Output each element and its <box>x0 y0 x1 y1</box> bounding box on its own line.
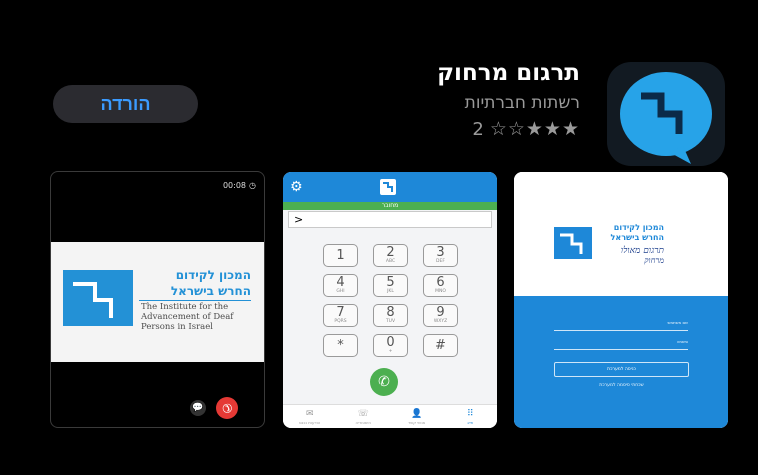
divider <box>139 300 251 301</box>
key-hash[interactable]: # <box>423 334 458 357</box>
tab-label: אנשי קשר <box>408 419 426 425</box>
tab-label: חייג <box>467 419 474 425</box>
key-8[interactable]: 8 TUV <box>373 304 408 327</box>
end-call-button[interactable]: ✆ <box>211 392 243 424</box>
gear-icon[interactable]: ⚙ <box>290 179 303 195</box>
screenshot-dialpad[interactable]: ⚙ מחובר > 1 2 ABC 3 DEF 4 GHI 5 JKL 6 MNO 7 PQRS 8 TUV… <box>283 172 497 428</box>
rating-count: 2 <box>472 118 484 140</box>
institute-name-line1: המכון לקידום <box>175 268 251 282</box>
key-letters: DEF <box>436 259 445 265</box>
key-digit: 7 <box>336 305 345 321</box>
key-7[interactable]: 7 PQRS <box>323 304 358 327</box>
key-digit: 2 <box>386 245 395 261</box>
tab-label: הודעות נכנס <box>299 419 321 425</box>
tab-label: היסטוריה <box>355 419 372 425</box>
key-5[interactable]: 5 JKL <box>373 274 408 297</box>
chat-icon[interactable]: 💬 <box>190 400 206 416</box>
tab-call-history[interactable]: ☏ היסטוריה <box>337 405 391 428</box>
institute-logo-icon <box>560 233 583 254</box>
password-field[interactable]: סיסמה <box>554 339 688 350</box>
key-9[interactable]: 9 WXYZ <box>423 304 458 327</box>
org-line2: החרש בישראל <box>610 233 664 242</box>
key-letters: TUV <box>385 319 396 325</box>
key-digit: 4 <box>336 275 345 291</box>
dialpad-icon: ⠿ <box>466 408 474 419</box>
key-digit: 9 <box>436 305 445 321</box>
key-digit: 8 <box>386 305 395 321</box>
username-field[interactable]: שם משתמש <box>554 320 688 331</box>
key-3[interactable]: 3 DEF <box>423 244 458 267</box>
key-2[interactable]: 2 ABC <box>373 244 408 267</box>
forgot-password-link[interactable]: שכחתי סיסמה למערכת <box>554 383 689 388</box>
key-digit: 0 <box>386 335 395 351</box>
tab-mail[interactable]: ✉ הודעות נכנס <box>283 405 337 428</box>
app-icon[interactable] <box>607 62 725 166</box>
key-0[interactable]: 0 + <box>373 334 408 357</box>
tab-dialpad[interactable]: ⠿ חייג <box>444 405 498 428</box>
service-line2: מרחוק <box>644 256 664 265</box>
key-letters: GHI <box>336 289 345 295</box>
org-line1: המכון לקידום <box>613 223 664 232</box>
key-6[interactable]: 6 MNO <box>423 274 458 297</box>
key-4[interactable]: 4 GHI <box>323 274 358 297</box>
dial-input[interactable]: > <box>288 211 492 228</box>
video-feed: המכון לקידום החרש בישראל The Institute f… <box>51 242 264 362</box>
key-letters: MNO <box>435 289 446 295</box>
key-letters: + <box>388 349 393 355</box>
phone-icon: ✆ <box>218 399 236 417</box>
call-timer-text: 00:08 <box>222 181 247 190</box>
logo-mark-icon <box>383 182 393 192</box>
key-letters: JKL <box>387 289 394 295</box>
screenshot-login[interactable]: המכון לקידום החרש בישראל תרגום מאולו מרח… <box>514 172 728 428</box>
call-button[interactable]: ✆ <box>370 368 398 396</box>
key-digit: # <box>435 337 446 353</box>
get-button[interactable]: הורדה <box>53 85 198 123</box>
institute-logo <box>63 270 133 326</box>
key-digit: * <box>337 337 344 353</box>
key-letters: ABC <box>385 259 396 265</box>
key-1[interactable]: 1 <box>323 244 358 267</box>
institute-name-line2: החרש בישראל <box>170 284 251 298</box>
call-history-icon: ☏ <box>357 408 369 419</box>
contacts-icon: 👤 <box>411 408 423 419</box>
call-timer: 00:08 ◷ <box>223 181 256 190</box>
key-star[interactable]: * <box>323 334 358 357</box>
key-digit: 5 <box>386 275 395 291</box>
speech-bubble-logo-icon <box>620 72 712 164</box>
screenshot-video-call[interactable]: 00:08 ◷ המכון לקידום החרש בישראל The Ins… <box>50 171 265 428</box>
key-letters: PQRS <box>334 319 347 325</box>
app-logo-icon <box>380 179 396 195</box>
login-button[interactable]: כניסה למערכת <box>554 362 689 377</box>
app-title: תרגום מרחוק <box>437 60 580 86</box>
key-digit: 6 <box>436 275 445 291</box>
phone-icon: ✆ <box>378 374 390 390</box>
mail-icon: ✉ <box>305 408 314 419</box>
rating-stars: ★★★☆☆ <box>489 118 580 140</box>
clock-icon: ◷ <box>249 181 256 190</box>
key-digit: 1 <box>336 247 345 263</box>
institute-name-english: The Institute for the Advancement of Dea… <box>141 302 234 332</box>
rating: 2 ★★★☆☆ <box>472 118 580 140</box>
service-line1: תרגום מאולו <box>620 246 664 256</box>
institute-logo-icon <box>73 282 113 318</box>
tab-bar: ✉ הודעות נכנס ☏ היסטוריה 👤 אנשי קשר ⠿ חייג <box>283 404 497 428</box>
institute-logo <box>554 227 592 259</box>
key-letters: WXYZ <box>433 319 448 325</box>
key-digit: 3 <box>436 245 445 261</box>
app-category: רשתות חברתיות <box>464 93 580 113</box>
tab-contacts[interactable]: 👤 אנשי קשר <box>390 405 444 428</box>
connection-status: מחובר <box>283 202 497 210</box>
